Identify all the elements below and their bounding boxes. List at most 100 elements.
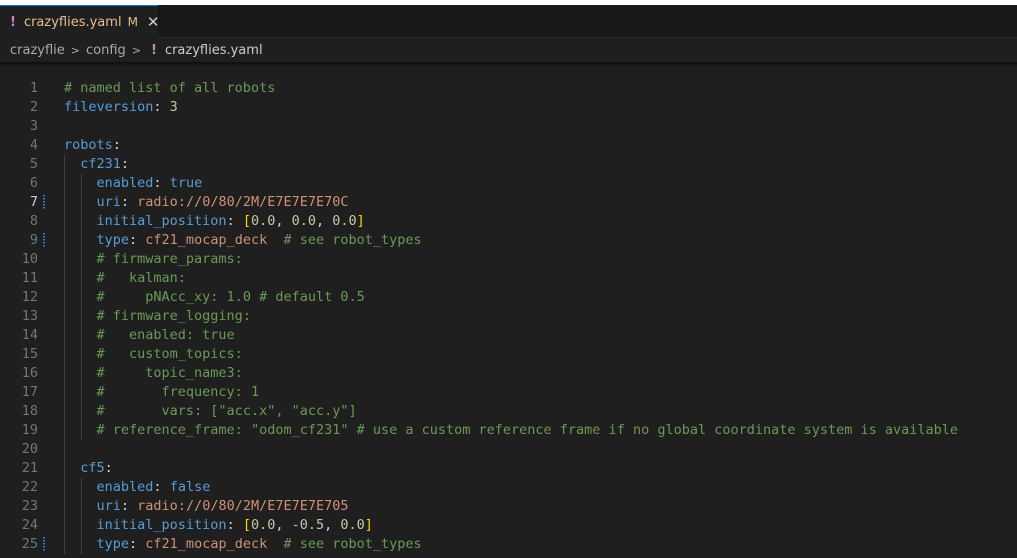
line-number: 10: [21, 251, 38, 267]
code-line[interactable]: 18 # vars: ["acc.x", "acc.y"]: [0, 402, 1017, 421]
token: :: [129, 232, 146, 248]
token: # reference_frame: "odom_cf231" # use a …: [96, 422, 959, 438]
code-text: enabled: true: [64, 174, 203, 193]
breadcrumb: crazyflie > config > ! crazyflies.yaml: [0, 38, 1017, 62]
line-number: 11: [21, 270, 38, 286]
code-text: # named list of all robots: [64, 79, 275, 98]
code-text: type: cf21_mocap_deck # see robot_types: [64, 231, 422, 250]
code-line[interactable]: 12 # pNAcc_xy: 1.0 # default 0.5: [0, 288, 1017, 307]
line-number: 13: [21, 308, 38, 324]
breadcrumb-shadow: [0, 62, 1017, 67]
code-line[interactable]: 7 uri: radio://0/80/2M/E7E7E7E70C: [0, 193, 1017, 212]
code-text: # firmware_params:: [64, 250, 243, 269]
code-line[interactable]: 21 cf5:: [0, 459, 1017, 478]
token: # firmware_logging:: [96, 308, 251, 324]
code-line[interactable]: 4 robots:: [0, 136, 1017, 155]
code-line[interactable]: 19 # reference_frame: "odom_cf231" # use…: [0, 421, 1017, 440]
code-line[interactable]: 5 cf231:: [0, 155, 1017, 174]
code-text: type: cf21_mocap_deck # see robot_types: [64, 535, 422, 554]
code-line[interactable]: 3: [0, 117, 1017, 136]
code-text: cf5:: [64, 459, 113, 478]
breadcrumb-item-file[interactable]: crazyflies.yaml: [165, 43, 263, 58]
line-number: 9: [29, 232, 38, 248]
code-line[interactable]: 10 # firmware_params:: [0, 250, 1017, 269]
line-number: 6: [29, 175, 38, 191]
breadcrumb-item-config[interactable]: config: [86, 43, 126, 58]
line-number: 14: [21, 327, 38, 343]
modified-line-marker[interactable]: [43, 195, 45, 210]
code-line[interactable]: 24 initial_position: [0.0, -0.5, 0.0]: [0, 516, 1017, 535]
code-line[interactable]: 9 type: cf21_mocap_deck # see robot_type…: [0, 231, 1017, 250]
line-number: 22: [21, 479, 38, 495]
code-text: # firmware_logging:: [64, 307, 251, 326]
token: radio://0/80/2M/E7E7E7E70C: [137, 194, 349, 210]
yaml-icon: !: [151, 42, 157, 58]
modified-indicator: M: [127, 15, 138, 29]
token: # frequency: 1: [96, 384, 260, 400]
code-text: # topic_name3:: [64, 364, 243, 383]
token: initial_position: [96, 213, 227, 229]
token: 0.0: [250, 213, 276, 229]
line-number: 3: [29, 118, 38, 134]
token: uri: [96, 498, 121, 514]
chevron-right-icon: >: [131, 43, 141, 57]
code-line[interactable]: 17 # frequency: 1: [0, 383, 1017, 402]
code-text: initial_position: [0.0, -0.5, 0.0]: [64, 516, 373, 535]
token: cf21_mocap_deck: [145, 536, 268, 552]
code-line[interactable]: 22 enabled: false: [0, 478, 1017, 497]
close-icon[interactable]: ✕: [147, 13, 160, 31]
code-line[interactable]: 8 initial_position: [0.0, 0.0, 0.0]: [0, 212, 1017, 231]
code-line[interactable]: 16 # topic_name3:: [0, 364, 1017, 383]
modified-line-marker[interactable]: [43, 537, 45, 552]
code-line[interactable]: 11 # kalman:: [0, 269, 1017, 288]
token: robots: [64, 137, 113, 153]
code-line[interactable]: 13 # firmware_logging:: [0, 307, 1017, 326]
token: :: [153, 479, 170, 495]
line-number: 8: [29, 213, 38, 229]
code-text: uri: radio://0/80/2M/E7E7E7E705: [64, 497, 349, 516]
token: :: [120, 498, 138, 514]
line-number: 1: [29, 80, 38, 96]
code-text: robots:: [64, 136, 121, 155]
code-line[interactable]: 14 # enabled: true: [0, 326, 1017, 345]
token: ,: [324, 517, 341, 533]
token: enabled: [96, 479, 154, 495]
line-number: 20: [21, 441, 38, 457]
code-line[interactable]: 15 # custom_topics:: [0, 345, 1017, 364]
code-line[interactable]: 23 uri: radio://0/80/2M/E7E7E7E705: [0, 497, 1017, 516]
code-line[interactable]: 25 type: cf21_mocap_deck # see robot_typ…: [0, 535, 1017, 554]
token: :: [226, 213, 243, 229]
code-line[interactable]: 6 enabled: true: [0, 174, 1017, 193]
modified-line-marker[interactable]: [43, 233, 45, 248]
token: true: [169, 175, 203, 191]
token: # firmware_params:: [96, 251, 243, 267]
code-line[interactable]: 2 fileversion: 3: [0, 98, 1017, 117]
token: :: [226, 517, 243, 533]
token: cf231: [80, 156, 121, 172]
code-text: initial_position: [0.0, 0.0, 0.0]: [64, 212, 365, 231]
token: radio://0/80/2M/E7E7E7E705: [137, 498, 349, 514]
code-editor[interactable]: 1 # named list of all robots 2 fileversion:…: [0, 79, 1017, 558]
line-number: 18: [21, 403, 38, 419]
line-number: 19: [21, 422, 38, 438]
token: [: [242, 517, 251, 533]
code-line[interactable]: 20: [0, 440, 1017, 459]
code-line[interactable]: 1 # named list of all robots: [0, 79, 1017, 98]
tab-crazyflies-yaml[interactable]: ! crazyflies.yaml M ✕: [0, 5, 160, 38]
token: initial_position: [96, 517, 227, 533]
token: 0.0: [250, 517, 276, 533]
code-text: uri: radio://0/80/2M/E7E7E7E70C: [64, 193, 349, 212]
token: 0.0: [340, 517, 365, 533]
line-number: 17: [21, 384, 38, 400]
line-number: 4: [29, 137, 38, 153]
breadcrumb-item-crazyflie[interactable]: crazyflie: [10, 43, 65, 58]
